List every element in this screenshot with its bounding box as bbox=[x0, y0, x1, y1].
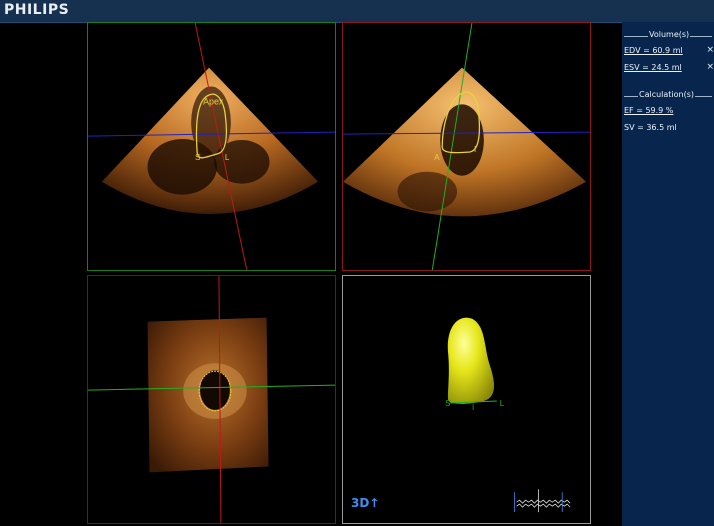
edv-value[interactable]: EDV = 60.9 ml bbox=[624, 46, 683, 55]
marker-i-3d: I bbox=[472, 403, 474, 412]
marker-l: L bbox=[225, 153, 230, 162]
volumes-header: Volume(s) bbox=[622, 30, 714, 42]
edv-row[interactable]: EDV = 60.9 ml × bbox=[622, 42, 714, 59]
ef-row[interactable]: EF = 59.9 % bbox=[622, 102, 714, 119]
esv-value[interactable]: ESV = 24.5 ml bbox=[624, 63, 682, 72]
measurement-panel: Volume(s) EDV = 60.9 ml × ESV = 24.5 ml … bbox=[622, 22, 714, 526]
viewport-two-chamber[interactable]: A I bbox=[342, 22, 591, 271]
viewport-four-chamber[interactable]: Apex S L bbox=[87, 22, 336, 271]
marker-l-3d: L bbox=[500, 399, 505, 408]
marker-i: I bbox=[474, 145, 476, 154]
viewport-short-axis[interactable] bbox=[87, 275, 336, 524]
apex-label: Apex bbox=[203, 96, 224, 106]
orientation-glyph-icon bbox=[514, 489, 571, 513]
lv-3d-model: S I L bbox=[445, 317, 571, 513]
marker-s: S bbox=[195, 153, 200, 162]
ef-value[interactable]: EF = 59.9 % bbox=[624, 106, 673, 115]
four-chamber-echo-image: Apex S L bbox=[88, 23, 335, 270]
short-axis-echo-image bbox=[88, 276, 335, 523]
two-chamber-echo-image: A I bbox=[343, 23, 590, 270]
marker-a: A bbox=[434, 153, 440, 162]
sv-value: SV = 36.5 ml bbox=[624, 123, 677, 132]
remove-edv-icon[interactable]: × bbox=[706, 42, 714, 59]
title-bar: PHILIPS bbox=[0, 0, 714, 23]
philips-logo: PHILIPS bbox=[4, 2, 70, 18]
view-mode-label[interactable]: 3D↑ bbox=[351, 496, 379, 510]
sv-row: SV = 36.5 ml bbox=[622, 119, 714, 136]
calculations-header: Calculation(s) bbox=[622, 90, 714, 102]
marker-s-3d: S bbox=[445, 399, 450, 408]
viewport-3d-volume[interactable]: S I L 3D↑ bbox=[342, 275, 591, 524]
remove-esv-icon[interactable]: × bbox=[706, 59, 714, 76]
esv-row[interactable]: ESV = 24.5 ml × bbox=[622, 59, 714, 76]
